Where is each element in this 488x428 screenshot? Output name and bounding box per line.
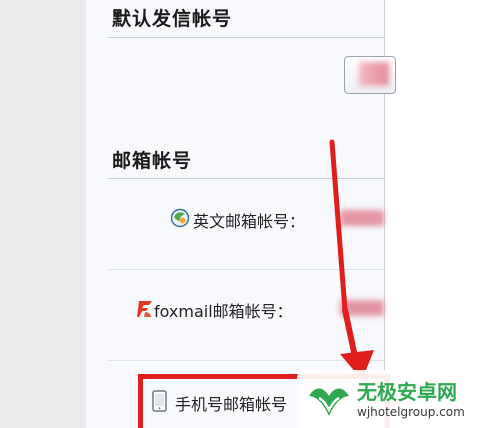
site-watermark: 无极安卓网 wjhotelgroup.com [297,370,488,428]
left-sidebar-strip [0,0,86,428]
foxmail-logo-icon [137,301,152,317]
section-divider [108,37,384,38]
watermark-brand: 无极安卓网 [357,380,457,404]
watermark-url: wjhotelgroup.com [357,405,465,419]
default-sender-select[interactable] [344,56,396,94]
mail-accounts-title: 邮箱帐号 [112,150,193,172]
default-sender-title: 默认发信帐号 [112,8,233,30]
blurred-select-value [359,62,389,86]
english-account-label: 英文邮箱帐号： [193,212,306,231]
globe-icon [170,208,190,228]
row-divider [108,269,384,270]
settings-screenshot: 默认发信帐号 邮箱帐号 英文邮箱帐号： foxmail邮箱帐号： 手机号邮箱帐号 [0,0,488,428]
blurred-account-value [340,210,384,226]
foxmail-account-label: foxmail邮箱帐号： [154,302,293,321]
watermark-logo-icon [309,388,349,416]
row-divider [108,360,384,361]
section-divider [108,178,384,179]
blurred-account-value [340,300,384,316]
right-blank-area [385,0,488,428]
